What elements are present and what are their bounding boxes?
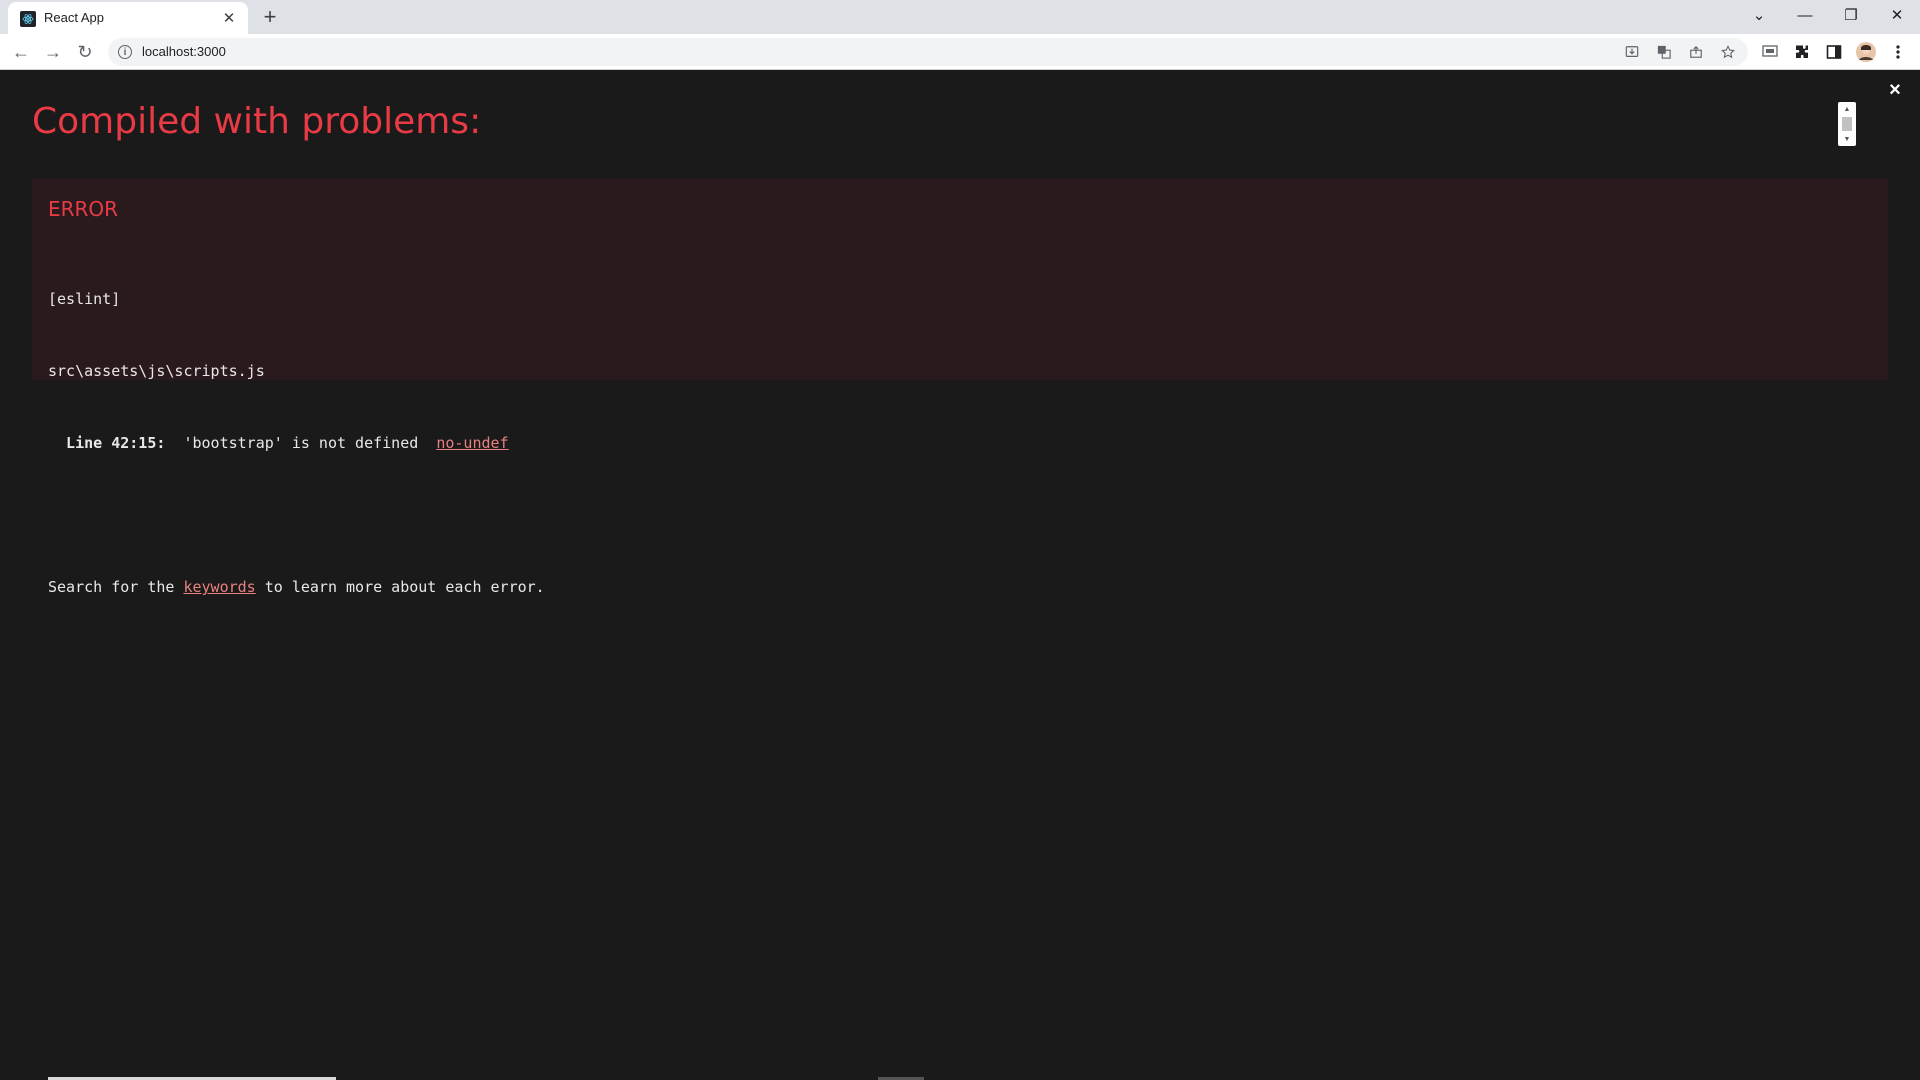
- react-favicon-icon: [20, 11, 36, 27]
- extensions-icon[interactable]: [1791, 41, 1813, 63]
- browser-tabstrip: React App ✕ + ⌄ — ❐ ✕: [0, 0, 1920, 34]
- error-line: Line 42:15: 'bootstrap' is not defined n…: [48, 431, 545, 455]
- profile-avatar-icon[interactable]: [1855, 41, 1877, 63]
- browser-toolbar: ← → ↻ i localhost:3000: [0, 34, 1920, 70]
- tab-react-app[interactable]: React App ✕: [8, 2, 248, 34]
- forward-button[interactable]: →: [39, 38, 67, 66]
- tab-title: React App: [44, 10, 104, 25]
- error-file: src\assets\js\scripts.js: [48, 362, 265, 380]
- minimize-button[interactable]: —: [1782, 0, 1828, 30]
- menu-icon[interactable]: [1887, 41, 1909, 63]
- translate-icon[interactable]: [1654, 42, 1674, 62]
- reload-button[interactable]: ↻: [71, 38, 99, 66]
- window-close-button[interactable]: ✕: [1874, 0, 1920, 30]
- search-hint-prefix: Search for the: [48, 578, 184, 596]
- scrollbar-thumb[interactable]: [1842, 117, 1852, 131]
- error-source: [eslint]: [48, 290, 121, 308]
- error-body: [eslint] src\assets\js\scripts.js Line 4…: [48, 239, 545, 647]
- error-message: 'bootstrap' is not defined: [165, 434, 437, 452]
- scroll-down-arrow-icon[interactable]: ▼: [1838, 134, 1856, 144]
- side-panel-icon[interactable]: [1823, 41, 1845, 63]
- search-hint-suffix: to learn more about each error.: [255, 578, 545, 596]
- rule-link[interactable]: no-undef: [436, 434, 508, 452]
- error-box: ERROR [eslint] src\assets\js\scripts.js …: [32, 179, 1888, 596]
- url-text[interactable]: localhost:3000: [142, 44, 226, 59]
- overlay-close-button[interactable]: ×: [1884, 79, 1906, 101]
- error-line-prefix: Line 42:15:: [48, 434, 166, 452]
- restore-button[interactable]: ❐: [1828, 0, 1874, 30]
- error-header: ERROR: [48, 197, 119, 221]
- address-bar[interactable]: i localhost:3000: [108, 38, 1748, 66]
- install-icon[interactable]: [1622, 42, 1642, 62]
- bookmark-star-icon[interactable]: [1718, 42, 1738, 62]
- overlay-title: Compiled with problems:: [32, 101, 482, 142]
- new-tab-button[interactable]: +: [258, 5, 282, 29]
- tab-close-icon[interactable]: ✕: [220, 9, 238, 27]
- error-overlay: Compiled with problems: × ▲ ▼ ERROR [esl…: [0, 71, 1920, 1080]
- share-icon[interactable]: [1686, 42, 1706, 62]
- scroll-up-arrow-icon[interactable]: ▲: [1838, 104, 1856, 114]
- overlay-scrollbar[interactable]: ▲ ▼: [1838, 102, 1856, 146]
- tab-search-icon[interactable]: ⌄: [1736, 0, 1782, 30]
- back-button[interactable]: ←: [7, 38, 35, 66]
- site-info-icon[interactable]: i: [118, 45, 132, 59]
- search-hint: Search for the keywords to learn more ab…: [48, 575, 545, 599]
- media-router-icon[interactable]: [1759, 41, 1781, 63]
- keywords-link[interactable]: keywords: [183, 578, 255, 596]
